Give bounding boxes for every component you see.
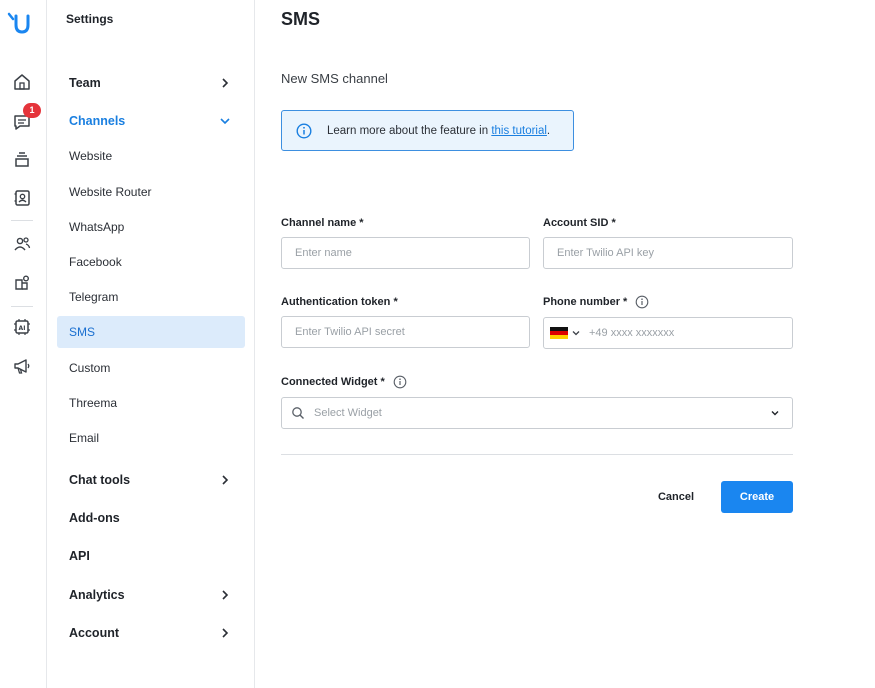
menu-item-custom[interactable]: Custom: [57, 352, 245, 384]
rail-divider: [11, 306, 33, 307]
chevron-right-icon: [222, 475, 229, 485]
create-button[interactable]: Create: [721, 481, 793, 513]
megaphone-icon[interactable]: [11, 355, 33, 377]
menu-item-label: Facebook: [69, 255, 122, 269]
chevron-down-icon: [220, 118, 230, 125]
tutorial-link[interactable]: this tutorial: [491, 125, 547, 137]
menu-item-whatsapp[interactable]: WhatsApp: [57, 211, 245, 243]
menu-item-website-router[interactable]: Website Router: [57, 176, 245, 208]
info-text-after: .: [546, 124, 551, 137]
info-icon[interactable]: [393, 375, 407, 389]
phone-number-input[interactable]: [589, 327, 792, 339]
auth-token-input[interactable]: [295, 326, 529, 338]
cancel-button[interactable]: Cancel: [646, 482, 706, 512]
info-text: Learn more about the feature in this tut…: [327, 125, 550, 137]
home-icon[interactable]: [11, 71, 33, 93]
widget-label-row: Connected Widget *: [281, 375, 407, 389]
phone-number-label: Phone number *: [543, 296, 628, 308]
menu-item-add-ons[interactable]: Add-ons: [57, 502, 245, 534]
page-subtitle: New SMS channel: [281, 71, 388, 86]
menu-item-label: Website: [69, 149, 113, 163]
icon-rail: 1 AI: [0, 0, 47, 688]
contacts-icon[interactable]: [11, 187, 33, 209]
menu-item-facebook[interactable]: Facebook: [57, 246, 245, 278]
inbox-stack-icon[interactable]: [11, 148, 33, 170]
svg-text:AI: AI: [19, 325, 26, 332]
logo-icon[interactable]: [7, 10, 33, 36]
connected-widget-label: Connected Widget *: [281, 376, 385, 388]
menu-item-label: Analytics: [69, 588, 125, 602]
settings-menu: Settings Team Channels Website Website R…: [47, 0, 255, 688]
menu-item-label: WhatsApp: [69, 220, 125, 234]
menu-item-chat-tools[interactable]: Chat tools: [57, 464, 245, 496]
menu-item-label: Threema: [69, 396, 118, 410]
menu-item-label: Email: [69, 431, 100, 445]
chevron-right-icon: [222, 590, 229, 600]
menu-item-telegram[interactable]: Telegram: [57, 281, 245, 313]
ai-chip-icon[interactable]: AI: [11, 316, 33, 338]
chevron-down-icon: [771, 411, 779, 416]
menu-item-label: Chat tools: [69, 473, 131, 487]
menu-item-analytics[interactable]: Analytics: [57, 579, 245, 611]
country-selector[interactable]: [550, 327, 581, 339]
page-title: SMS: [281, 9, 321, 29]
rail-divider: [11, 220, 33, 221]
channel-name-label: Channel name *: [281, 217, 364, 229]
menu-item-sms[interactable]: SMS: [57, 316, 245, 348]
chevron-down-icon: [572, 331, 580, 336]
menu-item-label: Account: [69, 626, 119, 640]
search-icon: [292, 407, 304, 419]
form-divider: [281, 454, 793, 455]
menu-item-label: Website Router: [69, 185, 152, 199]
chevron-right-icon: [222, 628, 229, 638]
menu-item-label: API: [69, 549, 90, 563]
chevron-right-icon: [222, 78, 229, 88]
widget-select-placeholder: Select Widget: [314, 407, 382, 419]
auth-token-label: Authentication token *: [281, 296, 398, 308]
people-icon[interactable]: [11, 233, 33, 255]
account-sid-field[interactable]: [543, 237, 793, 269]
info-icon: [296, 122, 312, 139]
germany-flag-icon: [550, 327, 568, 339]
menu-item-label: SMS: [69, 325, 96, 339]
menu-item-label: Team: [69, 76, 101, 90]
info-icon[interactable]: [635, 295, 649, 309]
phone-label-row: Phone number *: [543, 295, 649, 309]
auth-token-field[interactable]: [281, 316, 530, 348]
info-text-before: Learn more about the feature in: [327, 124, 492, 137]
menu-item-api[interactable]: API: [57, 540, 245, 572]
account-sid-label: Account SID *: [543, 217, 616, 229]
menu-item-account[interactable]: Account: [57, 617, 245, 649]
phone-number-field[interactable]: [543, 317, 793, 349]
menu-item-label: Add-ons: [69, 511, 120, 525]
menu-item-team[interactable]: Team: [57, 67, 245, 99]
main-content: SMS New SMS channel Learn more about the…: [256, 0, 875, 688]
menu-item-threema[interactable]: Threema: [57, 387, 245, 419]
channel-name-input[interactable]: [295, 247, 529, 259]
settings-menu-title: Settings: [66, 12, 114, 26]
menu-item-website[interactable]: Website: [57, 140, 245, 172]
info-banner: Learn more about the feature in this tut…: [281, 110, 574, 151]
account-sid-input[interactable]: [557, 247, 792, 259]
menu-item-label: Channels: [69, 114, 126, 128]
notification-badge: 1: [23, 103, 41, 118]
menu-item-label: Custom: [69, 361, 111, 375]
widget-select[interactable]: Select Widget: [281, 397, 793, 429]
integrations-icon[interactable]: [11, 272, 33, 294]
menu-item-label: Telegram: [69, 290, 119, 304]
channel-name-field[interactable]: [281, 237, 530, 269]
menu-item-channels[interactable]: Channels: [57, 105, 245, 137]
menu-item-email[interactable]: Email: [57, 422, 245, 454]
